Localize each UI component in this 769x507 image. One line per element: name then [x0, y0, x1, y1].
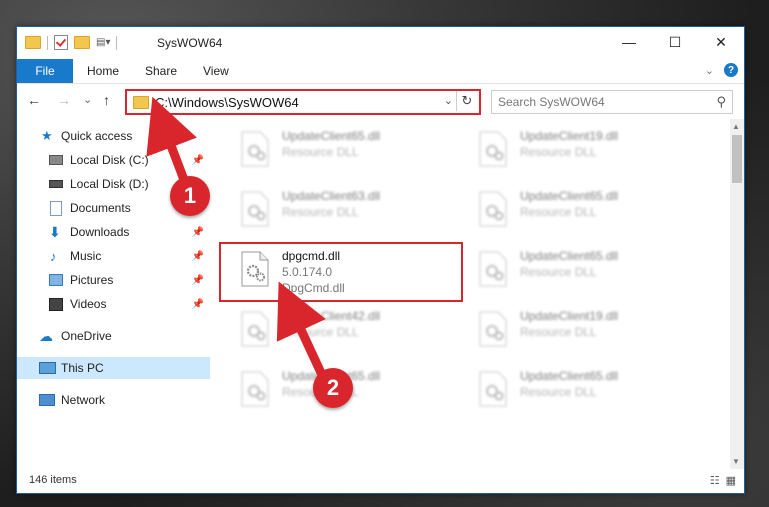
callout-step-2: 2: [313, 368, 353, 408]
callout-step-1: 1: [170, 176, 210, 216]
arrow-to-address-bar: [146, 96, 197, 190]
annotation-arrows: [146, 96, 327, 380]
arrow-to-dll-file: [276, 281, 327, 380]
